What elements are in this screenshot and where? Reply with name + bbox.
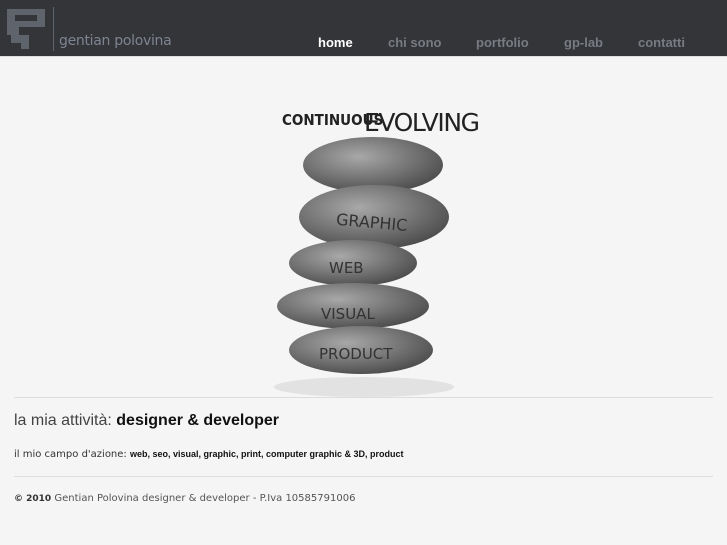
footer: © 2010 Gentian Polovina designer & devel… bbox=[14, 493, 355, 504]
brand-name[interactable]: gentian polovina bbox=[59, 33, 172, 49]
field-label: il mio campo d'azione: bbox=[14, 449, 127, 460]
header: gentian polovina home chi sono portfolio… bbox=[0, 0, 727, 57]
field-line: il mio campo d'azione: web, seo, visual,… bbox=[14, 449, 404, 460]
nav-portfolio[interactable]: portfolio bbox=[476, 35, 529, 50]
nav-gp-lab[interactable]: gp-lab bbox=[564, 35, 603, 50]
stone-label: PRODUCT bbox=[319, 345, 393, 363]
nav-home[interactable]: home bbox=[318, 35, 353, 50]
activity-value: designer & developer bbox=[116, 412, 279, 429]
logo-icon[interactable] bbox=[5, 7, 55, 51]
hero-image: CONTINUOUS EVOLVING GRAPHIC WEB VISUAL P… bbox=[274, 108, 480, 397]
activity-label: la mia attività: bbox=[14, 412, 112, 429]
stone-label: VISUAL bbox=[321, 305, 375, 323]
nav-chi-sono[interactable]: chi sono bbox=[388, 35, 441, 50]
divider bbox=[14, 397, 713, 398]
stone-label: WEB bbox=[329, 259, 364, 277]
footer-text: Gentian Polovina designer & developer - … bbox=[54, 493, 356, 504]
copyright: © 2010 bbox=[14, 494, 52, 504]
field-items: web, seo, visual, graphic, print, comput… bbox=[129, 449, 404, 459]
hero-title-big: EVOLVING bbox=[364, 108, 480, 137]
activity-line: la mia attività: designer & developer bbox=[14, 412, 279, 430]
divider bbox=[14, 476, 713, 477]
nav-contatti[interactable]: contatti bbox=[638, 35, 685, 50]
